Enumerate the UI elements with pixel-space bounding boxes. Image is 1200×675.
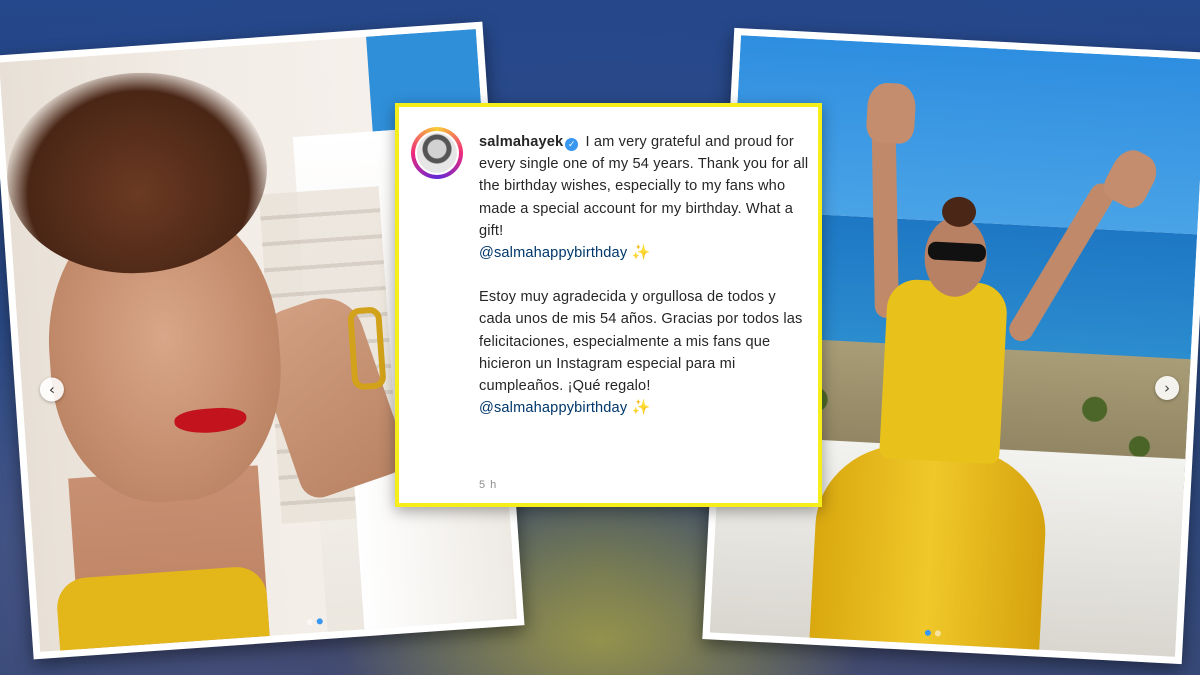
chevron-right-icon: › — [1163, 378, 1171, 398]
carousel-dot — [934, 630, 942, 637]
caption-english: salmahayek ✓ I am very grateful and proud… — [479, 131, 809, 264]
carousel-dots-right — [924, 629, 942, 637]
avatar[interactable] — [411, 127, 463, 179]
username-link[interactable]: salmahayek — [479, 134, 563, 150]
carousel-dot — [306, 618, 313, 626]
verified-badge-icon: ✓ — [565, 137, 579, 151]
sparkles-icon: ✨ — [631, 399, 651, 417]
carousel-dot-active — [924, 629, 932, 636]
caption-text: salmahayek ✓ I am very grateful and proud… — [479, 131, 809, 419]
chevron-left-icon: ‹ — [48, 380, 56, 399]
mention-link[interactable]: @salmahappybirthday — [479, 400, 627, 416]
mention-link[interactable]: @salmahappybirthday — [479, 245, 627, 261]
post-timestamp[interactable]: 5 h — [479, 479, 497, 491]
avatar-ring — [415, 131, 459, 175]
carousel-dots-left — [306, 618, 323, 626]
caption-spanish-text: Estoy muy agradecida y orgullosa de todo… — [479, 289, 803, 395]
avatar-photo — [417, 133, 457, 173]
caption-spanish: Estoy muy agradecida y orgullosa de todo… — [479, 286, 809, 419]
carousel-dot-active — [316, 618, 323, 625]
instagram-caption-card: salmahayek ✓ I am very grateful and proud… — [395, 103, 822, 507]
sparkles-icon: ✨ — [631, 244, 651, 262]
